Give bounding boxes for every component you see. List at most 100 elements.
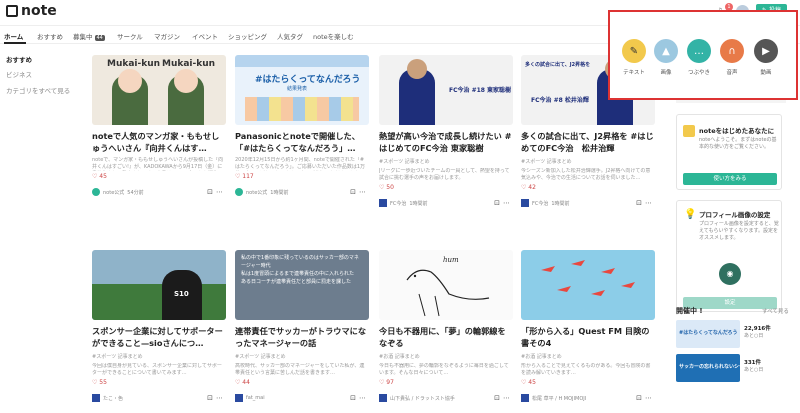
author-avatar[interactable] [235, 188, 243, 196]
card-actions: ⊡⋯ [494, 199, 513, 207]
article-card[interactable]: #はたらくってなんだろう 結果発表 Panasonicとnoteで開催した、「#はた… [235, 55, 369, 196]
more-icon[interactable]: ⋯ [503, 199, 513, 207]
article-thumbnail[interactable]: Mukai-kun Mukai-kun [92, 55, 226, 125]
like-count[interactable]: ♡ 45 [521, 379, 655, 386]
article-category[interactable]: #スポーツ 記事まとめ [521, 158, 655, 165]
author-name[interactable]: note公式 [246, 189, 267, 196]
article-card[interactable]: FC今治 #18 東家聡樹熱望が高い今治で成長し続けたい #はじめてのFC今治 … [379, 55, 513, 207]
article-thumbnail[interactable]: #はたらくってなんだろう 結果発表 [235, 55, 369, 125]
author-name[interactable]: FC今治 [532, 200, 548, 207]
article-category[interactable]: #スポーツ 記事まとめ [379, 158, 513, 165]
article-title[interactable]: 「形から入る」Quest FM 目険の書その4 [521, 325, 655, 349]
article-card[interactable]: 「形から入る」Quest FM 目険の書その4 #お酒 記事まとめ 形から入ることで… [521, 250, 655, 402]
post-type-chat[interactable]: … つぶやき [687, 39, 711, 76]
bookmark-icon[interactable]: ⊡ [350, 188, 359, 196]
article-title[interactable]: 今日も不器用に、「夢」の輪郭線をなぞる [379, 325, 513, 349]
article-title[interactable]: スポンサー企業に対してサポーターができること—sioさんにつ… [92, 325, 226, 349]
nav-tab-6[interactable]: ショッピング [228, 31, 267, 41]
bookmark-icon[interactable]: ⊡ [636, 394, 645, 402]
profile-panel: 💡 プロフィール画像の設定 プロフィール画像を設定すると、覚えてもらいやすくなり… [676, 200, 782, 312]
more-icon[interactable]: ⋯ [359, 394, 369, 402]
author-name[interactable]: 松尾 草平 / H MOJIMOJI [532, 395, 586, 402]
article-category[interactable]: #スポーツ 記事まとめ [235, 353, 369, 360]
article-title[interactable]: 熱望が高い今治で成長し続けたい #はじめてのFC今治 東家聡樹 [379, 130, 513, 154]
author-name[interactable]: FC今治 [390, 200, 406, 207]
author-avatar[interactable] [521, 394, 529, 402]
more-icon[interactable]: ⋯ [645, 394, 655, 402]
article-category[interactable]: #お酒 記事まとめ [379, 353, 513, 360]
article-title[interactable]: Panasonicとnoteで開催した、「#はたらくってなんだろう」… [235, 130, 369, 154]
author-avatar[interactable] [235, 394, 243, 402]
article-thumbnail[interactable] [521, 250, 655, 320]
count-badge: 44 [94, 35, 105, 41]
event-thumbnail[interactable]: サッカーの忘れられないシーン [676, 354, 740, 382]
article-title[interactable]: 連帯責任でサッカーがトラウマになったマネージャーの話 [235, 325, 369, 349]
camera-icon[interactable]: ◉ [719, 263, 741, 285]
article-category[interactable]: #お酒 記事まとめ [521, 353, 655, 360]
chat-icon: … [687, 39, 711, 63]
author-avatar[interactable] [379, 394, 387, 402]
like-count[interactable]: ♡ 44 [235, 379, 369, 386]
nav-tab-8[interactable]: noteを楽しむ [313, 31, 354, 41]
sidebar-item[interactable]: カテゴリをすべて見る [6, 88, 70, 95]
more-icon[interactable]: ⋯ [503, 394, 513, 402]
nav-tab-label: ホーム [4, 33, 24, 41]
article-card[interactable]: 私の中で1番印象に残っているのはサッカー部のマネージャー時代 私は1度冒頭によるま… [235, 250, 369, 402]
nav-tab-4[interactable]: マガジン [154, 31, 180, 41]
post-type-label: 画像 [660, 70, 672, 76]
events-see-all-link[interactable]: すべて見る [762, 307, 789, 315]
article-thumbnail[interactable]: 私の中で1番印象に残っているのはサッカー部のマネージャー時代 私は1度冒頭によるま… [235, 250, 369, 320]
howto-button[interactable]: 使い方をみる [683, 173, 777, 185]
post-type-headphones[interactable]: ∩ 音声 [720, 39, 744, 76]
nav-tab-1[interactable]: おすすめ [37, 31, 63, 41]
sidebar-item[interactable]: ビジネス [6, 71, 70, 79]
article-card[interactable]: Mukai-kun Mukai-kun noteで人気のマンガ家・ももせしゅうへいさ… [92, 55, 226, 196]
article-thumbnail[interactable]: FC今治 #18 東家聡樹 [379, 55, 513, 125]
bookmark-icon[interactable]: ⊡ [636, 199, 645, 207]
author-name[interactable]: note公式 [103, 189, 124, 196]
like-count[interactable]: ♡ 50 [379, 184, 513, 191]
sidebar-item[interactable]: おすすめ [6, 57, 70, 64]
article-card[interactable]: S10 スポンサー企業に対してサポーターができること—sioさんにつ… #スポーツ … [92, 250, 226, 402]
bookmark-icon[interactable]: ⊡ [207, 394, 216, 402]
article-thumbnail[interactable]: S10 [92, 250, 226, 320]
like-count[interactable]: ♡ 55 [92, 379, 226, 386]
nav-tab-3[interactable]: サークル [117, 31, 143, 41]
nav-tab-2[interactable]: 募集中 44 [73, 31, 105, 41]
author-avatar[interactable] [92, 188, 100, 196]
author-name[interactable]: たこ・色 [103, 395, 123, 402]
bookmark-icon[interactable]: ⊡ [350, 394, 359, 402]
post-type-pencil[interactable]: ✎ テキスト [622, 39, 646, 76]
bookmark-icon[interactable]: ⊡ [494, 199, 503, 207]
like-count[interactable]: ♡ 117 [235, 173, 369, 180]
welcome-title: noteをはじめたあなたに [699, 127, 775, 135]
bookmark-icon[interactable]: ⊡ [207, 188, 216, 196]
author-name[interactable]: fat_mai [246, 395, 265, 401]
like-count[interactable]: ♡ 97 [379, 379, 513, 386]
author-avatar[interactable] [521, 199, 529, 207]
article-title[interactable]: 多くの試合に出て、J2昇格を #はじめてのFC今治 松井治輝 [521, 130, 655, 154]
author-avatar[interactable] [92, 394, 100, 402]
article-title[interactable]: noteで人気のマンガ家・ももせしゅうへいさん『向井くんはす… [92, 130, 226, 154]
event-thumbnail[interactable]: #はたらくってなんだろう [676, 320, 740, 348]
nav-tab-5[interactable]: イベント [192, 31, 218, 41]
more-icon[interactable]: ⋯ [645, 199, 655, 207]
author-avatar[interactable] [379, 199, 387, 207]
article-category[interactable]: #スポーツ 記事まとめ [92, 353, 226, 360]
article-card[interactable]: hum 今日も不器用に、「夢」の輪郭線をなぞる #お酒 記事まとめ 今日も不器用に、夢… [379, 250, 513, 402]
nav-tab-0[interactable]: ホーム [4, 31, 23, 41]
more-icon[interactable]: ⋯ [216, 188, 226, 196]
bookmark-icon[interactable]: ⊡ [494, 394, 503, 402]
bulb-icon: 💡 [684, 209, 697, 220]
article-thumbnail[interactable]: hum [379, 250, 513, 320]
post-type-image[interactable]: ▲ 画像 [654, 39, 678, 76]
more-icon[interactable]: ⋯ [359, 188, 369, 196]
more-icon[interactable]: ⋯ [216, 394, 226, 402]
author-name[interactable]: 山下貴弘 / ドラットスト協手 [390, 395, 455, 402]
nav-tab-7[interactable]: 人気タグ [277, 31, 303, 41]
post-type-video[interactable]: ▶ 動画 [754, 39, 778, 76]
like-count[interactable]: ♡ 42 [521, 184, 655, 191]
like-count[interactable]: ♡ 45 [92, 173, 226, 180]
card-actions: ⊡⋯ [207, 394, 226, 402]
note-logo[interactable]: note [6, 3, 57, 19]
